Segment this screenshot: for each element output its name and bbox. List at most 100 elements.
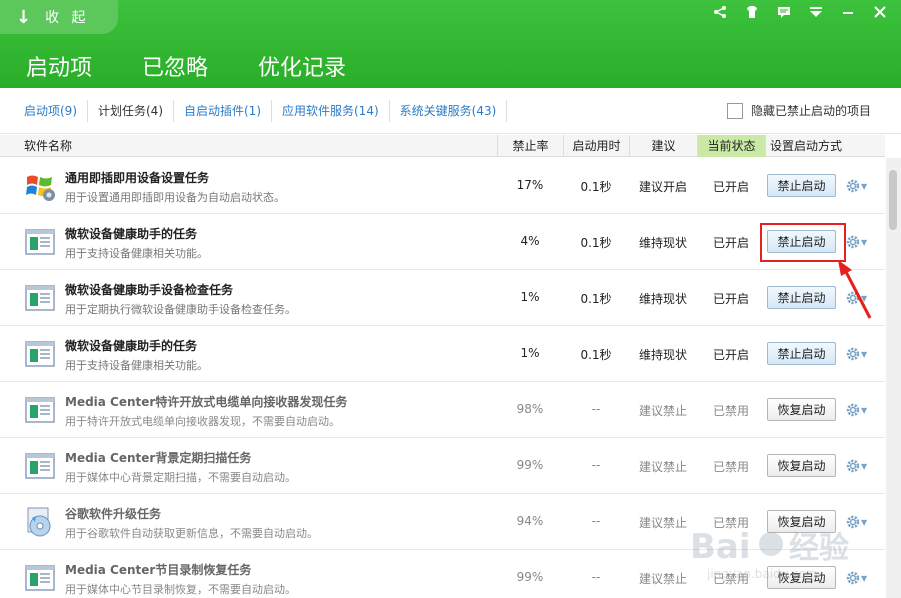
gear-icon xyxy=(846,459,860,473)
chevron-down-icon: ▼ xyxy=(861,405,868,415)
gear-icon xyxy=(846,347,860,361)
minimize-icon[interactable] xyxy=(837,2,859,22)
startup-list: 通用即插即用设备设置任务 用于设置通用即插即用设备为自动启动状态。 17% 0.… xyxy=(0,158,885,598)
install-cd-icon xyxy=(24,506,56,538)
restore-startup-button[interactable]: 恢复启动 xyxy=(767,566,836,589)
row-rate: 1% xyxy=(520,346,540,360)
filter-startup-items[interactable]: 启动项(9) xyxy=(14,99,88,122)
gear-icon xyxy=(846,235,860,249)
row-suggestion: 维持现状 xyxy=(638,348,687,362)
disable-startup-button[interactable]: 禁止启动 xyxy=(767,174,836,197)
row-suggestion: 建议禁止 xyxy=(638,572,687,586)
row-time: -- xyxy=(591,402,601,416)
settings-dropdown[interactable]: ▼ xyxy=(846,289,870,307)
gear-icon xyxy=(846,179,860,193)
row-state: 已禁用 xyxy=(712,516,749,530)
restore-startup-button[interactable]: 恢复启动 xyxy=(767,510,836,533)
hide-disabled-checkbox[interactable] xyxy=(726,102,743,119)
row-time: 0.1秒 xyxy=(580,348,612,362)
chevron-down-icon: ▼ xyxy=(861,181,868,191)
row-time: 0.1秒 xyxy=(580,180,612,194)
program-window-icon xyxy=(24,394,56,426)
settings-dropdown[interactable]: ▼ xyxy=(846,345,870,363)
row-title: 微软设备健康助手设备检查任务 xyxy=(65,283,234,297)
row-rate: 98% xyxy=(516,402,544,416)
settings-dropdown[interactable]: ▼ xyxy=(846,233,870,251)
row-rate: 99% xyxy=(516,570,544,584)
column-name[interactable]: 软件名称 xyxy=(24,135,72,157)
hide-disabled-option: 隐藏已禁止启动的项目 xyxy=(726,102,871,119)
row-suggestion: 维持现状 xyxy=(638,236,687,250)
restore-startup-button[interactable]: 恢复启动 xyxy=(767,454,836,477)
main-tabs: 启动项 已忽略 优化记录 xyxy=(18,50,354,90)
share-icon[interactable] xyxy=(709,2,731,22)
row-time: -- xyxy=(591,458,601,472)
row-state: 已禁用 xyxy=(712,404,749,418)
settings-dropdown[interactable]: ▼ xyxy=(846,513,870,531)
row-state: 已开启 xyxy=(712,292,749,306)
disable-startup-button[interactable]: 禁止启动 xyxy=(767,286,836,309)
row-description: 用于媒体中心节目录制恢复，不需要自动启动。 xyxy=(65,583,296,596)
filter-scheduled-tasks[interactable]: 计划任务(4) xyxy=(88,99,174,122)
settings-dropdown[interactable]: ▼ xyxy=(846,177,870,195)
filter-autostart-plugins[interactable]: 自启动插件(1) xyxy=(174,99,272,122)
column-time[interactable]: 启动用时 xyxy=(563,135,629,157)
tab-optimization-records[interactable]: 优化记录 xyxy=(250,50,354,90)
tab-ignored[interactable]: 已忽略 xyxy=(134,50,216,90)
collapse-label: 收 起 xyxy=(45,10,90,26)
chevron-down-icon: ▼ xyxy=(861,237,868,247)
row-suggestion: 建议开启 xyxy=(638,180,687,194)
row-description: 用于定期执行微软设备健康助手设备检查任务。 xyxy=(65,303,296,316)
row-rate: 17% xyxy=(516,178,544,192)
down-arrow-icon: ↓ xyxy=(16,6,32,28)
gear-icon xyxy=(846,515,860,529)
scrollbar-thumb[interactable] xyxy=(889,170,897,230)
row-state: 已开启 xyxy=(712,348,749,362)
column-rate[interactable]: 禁止率 xyxy=(497,135,563,157)
row-time: 0.1秒 xyxy=(580,236,612,250)
table-row: 微软设备健康助手设备检查任务 用于定期执行微软设备健康助手设备检查任务。 1% … xyxy=(0,270,885,326)
tab-startup-items[interactable]: 启动项 xyxy=(18,50,101,90)
message-icon[interactable] xyxy=(773,2,795,22)
hide-disabled-label: 隐藏已禁止启动的项目 xyxy=(750,104,871,118)
row-rate: 1% xyxy=(520,290,540,304)
row-rate: 94% xyxy=(516,514,544,528)
disable-startup-button[interactable]: 禁止启动 xyxy=(767,230,836,253)
row-title: 微软设备健康助手的任务 xyxy=(65,227,198,241)
table-row: 谷歌软件升级任务 用于谷歌软件自动获取更新信息，不需要自动启动。 94% -- … xyxy=(0,494,885,550)
settings-dropdown[interactable]: ▼ xyxy=(846,401,870,419)
row-suggestion: 建议禁止 xyxy=(638,404,687,418)
filter-app-services[interactable]: 应用软件服务(14) xyxy=(272,99,390,122)
window-controls xyxy=(709,2,891,22)
collapse-button[interactable]: ↓ 收 起 xyxy=(0,0,118,34)
row-description: 用于支持设备健康相关功能。 xyxy=(65,359,208,372)
filter-bar: 启动项(9) 计划任务(4) 自启动插件(1) 应用软件服务(14) 系统关键服… xyxy=(0,88,901,134)
menu-icon[interactable] xyxy=(805,2,827,22)
row-title: 谷歌软件升级任务 xyxy=(65,507,162,521)
row-title: 微软设备健康助手的任务 xyxy=(65,339,198,353)
scrollbar[interactable] xyxy=(886,158,901,598)
row-state: 已开启 xyxy=(712,236,749,250)
settings-dropdown[interactable]: ▼ xyxy=(846,569,870,587)
disable-startup-button[interactable]: 禁止启动 xyxy=(767,342,836,365)
column-state[interactable]: 当前状态 xyxy=(697,135,765,157)
filter-system-services[interactable]: 系统关键服务(43) xyxy=(390,99,508,122)
gear-icon xyxy=(846,571,860,585)
settings-dropdown[interactable]: ▼ xyxy=(846,457,870,475)
close-icon[interactable] xyxy=(869,2,891,22)
column-suggestion[interactable]: 建议 xyxy=(629,135,697,157)
table-row: Media Center特许开放式电缆单向接收器发现任务 用于特许开放式电缆单向… xyxy=(0,382,885,438)
restore-startup-button[interactable]: 恢复启动 xyxy=(767,398,836,421)
row-description: 用于媒体中心背景定期扫描，不需要自动启动。 xyxy=(65,471,296,484)
row-description: 用于支持设备健康相关功能。 xyxy=(65,247,208,260)
row-suggestion: 建议禁止 xyxy=(638,516,687,530)
windows-logo-icon xyxy=(24,170,56,202)
column-setting: 设置启动方式 xyxy=(765,135,885,157)
skin-icon[interactable] xyxy=(741,2,763,22)
row-time: 0.1秒 xyxy=(580,292,612,306)
row-state: 已禁用 xyxy=(712,460,749,474)
row-time: -- xyxy=(591,514,601,528)
row-title: Media Center特许开放式电缆单向接收器发现任务 xyxy=(65,395,348,409)
table-row: 微软设备健康助手的任务 用于支持设备健康相关功能。 4% 0.1秒 维持现状 已… xyxy=(0,214,885,270)
gear-icon xyxy=(846,403,860,417)
